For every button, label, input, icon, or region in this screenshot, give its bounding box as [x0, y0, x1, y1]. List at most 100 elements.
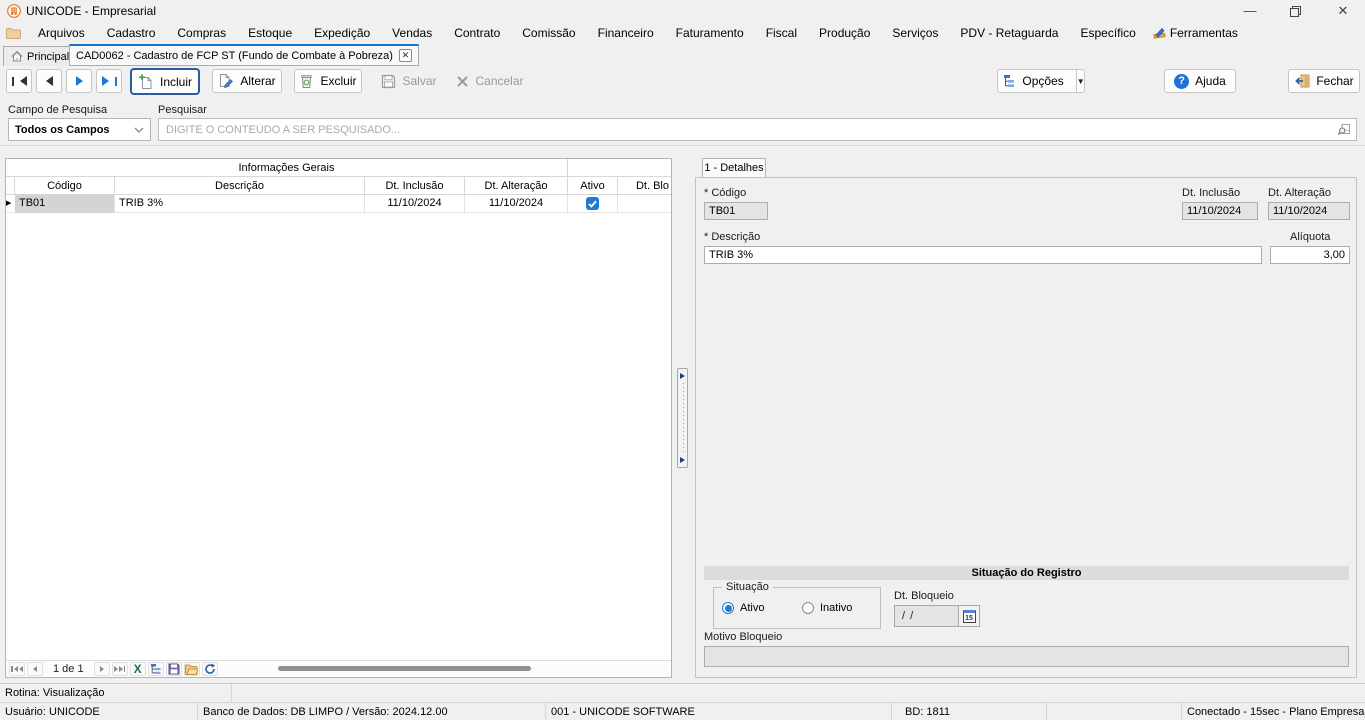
incluir-button[interactable]: Incluir	[130, 68, 200, 95]
tools-icon	[1153, 27, 1166, 39]
usuario-status: Usuário: UNICODE	[0, 703, 198, 720]
opcoes-dropdown-arrow-icon[interactable]: ▼	[1075, 70, 1085, 92]
motivo-bloqueio-field[interactable]	[704, 646, 1349, 667]
menu-item-cadastro[interactable]: Cadastro	[96, 22, 167, 44]
menu-item-estoque[interactable]: Estoque	[237, 22, 303, 44]
menu-item-especifico[interactable]: Específico	[1069, 22, 1146, 44]
menu-item-ferramentas[interactable]: Ferramentas	[1147, 22, 1249, 44]
edit-document-icon	[218, 73, 234, 89]
opcoes-button[interactable]: Opções ▼	[997, 69, 1085, 93]
nav-next-button[interactable]	[93, 662, 110, 676]
radio-inativo[interactable]: Inativo	[802, 602, 852, 614]
dt-inclusao-field[interactable]: 11/10/2024	[1182, 202, 1258, 220]
close-window-button[interactable]: ✕	[1326, 0, 1360, 22]
cell-dt-inclusao[interactable]: 11/10/2024	[365, 195, 465, 213]
empresa-status: 001 - UNICODE SOFTWARE	[546, 703, 892, 720]
column-header-dt-alteracao[interactable]: Dt. Alteração	[465, 177, 568, 195]
situacao-registro-header: Situação do Registro	[704, 566, 1349, 580]
rotina-status: Rotina: Visualização	[0, 684, 232, 702]
fechar-label: Fechar	[1316, 74, 1354, 88]
open-layout-button[interactable]	[183, 662, 200, 676]
nav-first-button[interactable]	[9, 662, 25, 676]
tab-detalhes[interactable]: 1 - Detalhes	[702, 158, 766, 178]
tab-principal-label: Principal	[27, 50, 70, 63]
menu-item-producao[interactable]: Produção	[808, 22, 881, 44]
menu-item-compras[interactable]: Compras	[166, 22, 237, 44]
status-row-rotina: Rotina: Visualização	[0, 684, 1365, 703]
alterar-label: Alterar	[240, 74, 276, 88]
nav-prev-button[interactable]	[27, 662, 43, 676]
nav-last-button[interactable]	[111, 662, 128, 676]
motivo-bloqueio-label: Motivo Bloqueio	[704, 631, 783, 643]
ajuda-label: Ajuda	[1195, 74, 1226, 88]
salvar-button[interactable]: Salvar	[376, 69, 442, 93]
menu-item-expedicao[interactable]: Expedição	[303, 22, 381, 44]
menu-item-comissao[interactable]: Comissão	[511, 22, 586, 44]
column-header-dt-inclusao[interactable]: Dt. Inclusão	[365, 177, 465, 195]
pesquisar-input[interactable]	[158, 118, 1357, 141]
panel-splitter[interactable]	[677, 368, 688, 468]
grid-band-title: Informações Gerais	[6, 159, 568, 177]
tab-close-icon[interactable]: ✕	[398, 49, 412, 62]
dt-bloqueio-field[interactable]: / / 15	[894, 605, 980, 627]
dt-alteracao-field[interactable]: 11/10/2024	[1268, 202, 1350, 220]
menu-item-vendas[interactable]: Vendas	[381, 22, 443, 44]
cell-ativo[interactable]	[568, 195, 618, 213]
incluir-label: Incluir	[159, 74, 192, 89]
column-header-dt-bloqueio[interactable]: Dt. Blo	[618, 177, 671, 195]
column-header-descricao[interactable]: Descrição	[115, 177, 365, 195]
refresh-button[interactable]	[201, 662, 218, 676]
tab-cad0062[interactable]: CAD0062 - Cadastro de FCP ST (Fundo de C…	[69, 44, 419, 66]
cell-dt-alteracao[interactable]: 11/10/2024	[465, 195, 568, 213]
restore-button[interactable]	[1278, 0, 1312, 22]
cell-codigo[interactable]: TB01	[15, 195, 115, 213]
menu-item-pdv-retaguarda[interactable]: PDV - Retaguarda	[949, 22, 1069, 44]
status-row-main: Usuário: UNICODE Banco de Dados: DB LIMP…	[0, 703, 1365, 720]
cancelar-button[interactable]: Cancelar	[452, 69, 528, 93]
add-document-icon	[138, 73, 154, 90]
calendar-picker-button[interactable]: 15	[958, 606, 979, 626]
grid-indicator-header	[6, 177, 15, 195]
export-excel-button[interactable]: X	[129, 662, 146, 676]
cell-dt-bloqueio[interactable]	[618, 195, 671, 213]
menu-item-contrato[interactable]: Contrato	[443, 22, 511, 44]
dt-bloqueio-value: / /	[902, 610, 915, 622]
grid-band-row: Informações Gerais	[6, 159, 671, 177]
radio-ativo[interactable]: Ativo	[722, 602, 764, 614]
alterar-button[interactable]: Alterar	[212, 69, 282, 93]
previous-record-button[interactable]	[36, 69, 62, 93]
tab-cad0062-label: CAD0062 - Cadastro de FCP ST (Fundo de C…	[76, 49, 393, 62]
fechar-button[interactable]: Fechar	[1288, 69, 1360, 93]
search-icon[interactable]	[1337, 122, 1353, 136]
cell-descricao[interactable]: TRIB 3%	[115, 195, 365, 213]
descricao-field[interactable]: TRIB 3%	[704, 246, 1262, 264]
aliquota-field[interactable]: 3,00	[1270, 246, 1350, 264]
menu-item-fiscal[interactable]: Fiscal	[755, 22, 808, 44]
first-record-button[interactable]	[6, 69, 32, 93]
save-layout-button[interactable]	[165, 662, 182, 676]
tab-principal[interactable]: Principal	[3, 46, 78, 66]
excluir-button[interactable]: Excluir	[294, 69, 362, 93]
radio-selected-icon	[722, 602, 734, 614]
column-header-ativo[interactable]: Ativo	[568, 177, 618, 195]
horizontal-scrollbar[interactable]	[278, 666, 531, 671]
excluir-label: Excluir	[320, 74, 357, 88]
menu-item-arquivos[interactable]: Arquivos	[27, 22, 96, 44]
grid-layout-button[interactable]	[147, 662, 164, 676]
column-header-codigo[interactable]: Código	[15, 177, 115, 195]
last-record-button[interactable]	[96, 69, 122, 93]
menu-item-servicos[interactable]: Serviços	[881, 22, 949, 44]
status-bar: Rotina: Visualização Usuário: UNICODE Ba…	[0, 683, 1365, 720]
minimize-button[interactable]: —	[1233, 0, 1267, 22]
next-record-button[interactable]	[66, 69, 92, 93]
radio-inativo-label: Inativo	[820, 602, 853, 614]
calendar-icon: 15	[962, 609, 976, 623]
help-icon: ?	[1174, 73, 1190, 89]
ajuda-button[interactable]: ? Ajuda	[1164, 69, 1236, 93]
campo-de-pesquisa-select[interactable]: Todos os Campos	[8, 118, 151, 141]
menu-item-faturamento[interactable]: Faturamento	[665, 22, 755, 44]
codigo-field[interactable]: TB01	[704, 202, 768, 220]
document-tab-bar: Principal CAD0062 - Cadastro de FCP ST (…	[0, 44, 1365, 66]
table-row[interactable]: TB01 TRIB 3% 11/10/2024 11/10/2024	[6, 195, 671, 213]
menu-item-financeiro[interactable]: Financeiro	[587, 22, 665, 44]
